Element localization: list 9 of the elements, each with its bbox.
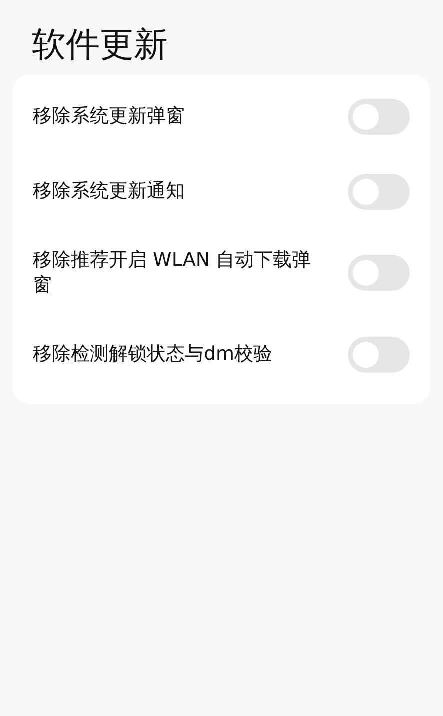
- setting-label: 移除推荐开启 WLAN 自动下载弹窗: [33, 248, 312, 298]
- toggle-switch[interactable]: [348, 255, 410, 291]
- toggle-switch[interactable]: [348, 174, 410, 210]
- setting-label: 移除检测解锁状态与dm校验: [33, 342, 273, 367]
- page-title: 软件更新: [31, 24, 169, 67]
- toggle-switch[interactable]: [348, 336, 410, 372]
- toggle-switch[interactable]: [348, 98, 410, 134]
- setting-label: 移除系统更新通知: [33, 179, 185, 204]
- setting-label: 移除系统更新弹窗: [33, 104, 185, 129]
